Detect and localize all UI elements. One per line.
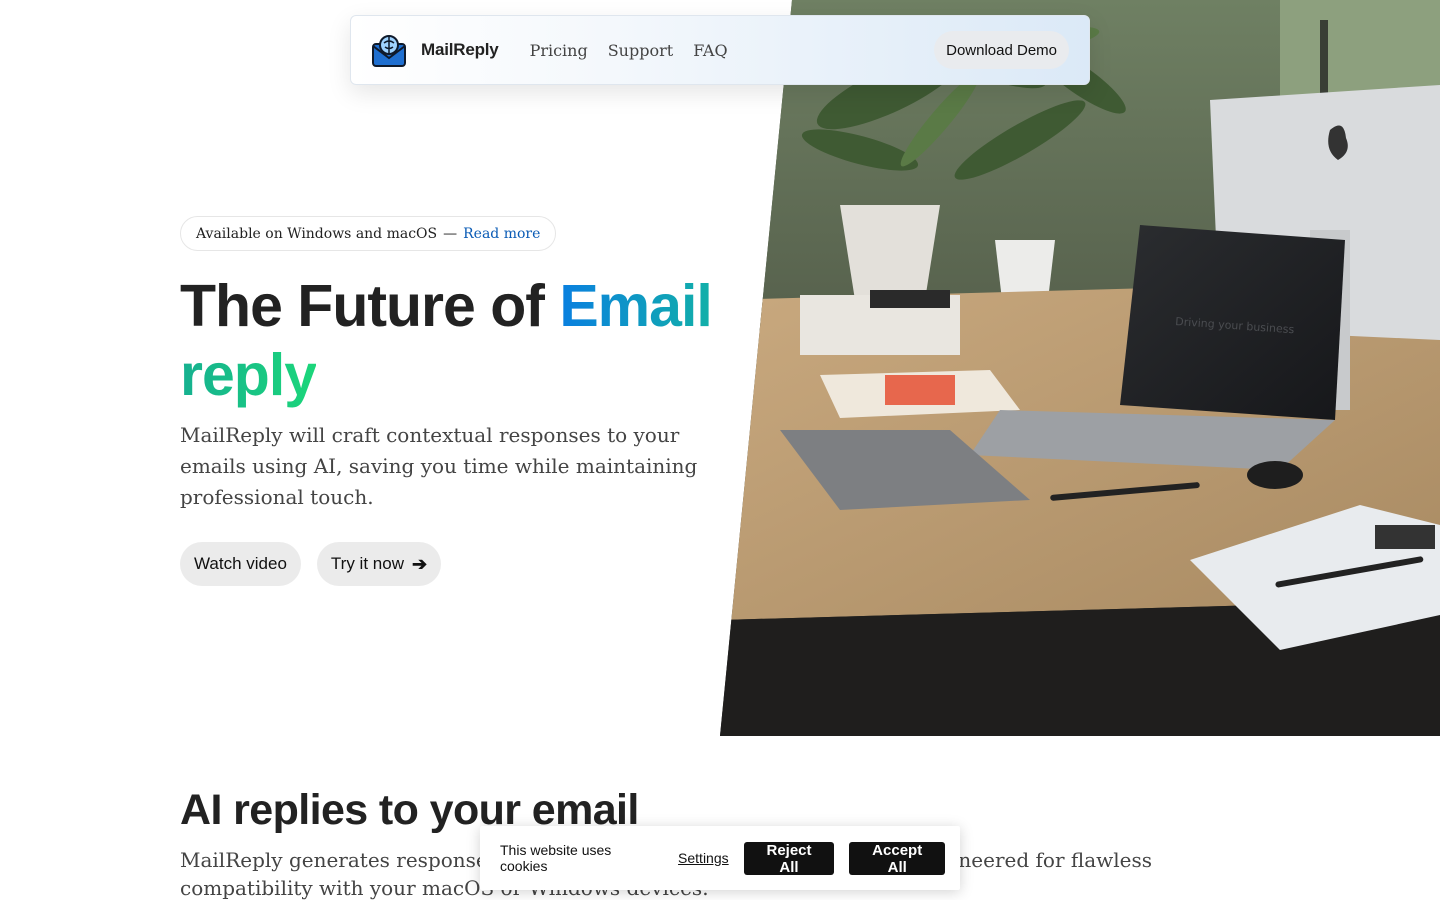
arrow-right-icon: ➔ [411,553,428,574]
availability-text: Available on Windows and macOS [196,225,438,242]
download-demo-button[interactable]: Download Demo [934,31,1069,69]
nav-link-faq[interactable]: FAQ [693,41,727,60]
hero-cta-row: Watch video Try it now ➔ [180,542,442,586]
badge-separator: — [443,225,458,242]
read-more-link[interactable]: Read more [463,226,540,242]
hero-title-text: The Future of [180,273,545,339]
cookie-settings-link[interactable]: Settings [678,850,729,866]
cookie-banner: This website uses cookies Settings Rejec… [480,826,960,890]
accept-all-button[interactable]: Accept All [849,841,946,876]
cookie-text: This website uses cookies [500,842,612,874]
hero-title-reply: reply [180,342,317,408]
desk-illustration: Driving your business [720,0,1440,736]
top-navbar: MailReply Pricing Support FAQ Download D… [350,15,1090,85]
hero-subtitle: MailReply will craft contextual response… [180,423,698,509]
watch-video-button[interactable]: Watch video [180,542,301,586]
brand-name[interactable]: MailReply [421,40,499,60]
hero-title-email: Email [559,273,712,339]
reject-all-button[interactable]: Reject All [743,841,835,876]
hero-title: The Future of Email reply [180,272,740,410]
watch-video-label: Watch video [194,554,287,573]
availability-badge: Available on Windows and macOS — Read mo… [180,216,557,251]
try-it-now-button[interactable]: Try it now ➔ [316,542,442,586]
nav-link-support[interactable]: Support [608,41,673,60]
try-it-now-label: Try it now [330,554,404,573]
nav-link-pricing[interactable]: Pricing [530,41,588,60]
main-nav: Pricing Support FAQ [530,41,728,60]
mailreply-logo-icon[interactable] [371,32,407,68]
hero-photo: Driving your business [720,0,1440,736]
